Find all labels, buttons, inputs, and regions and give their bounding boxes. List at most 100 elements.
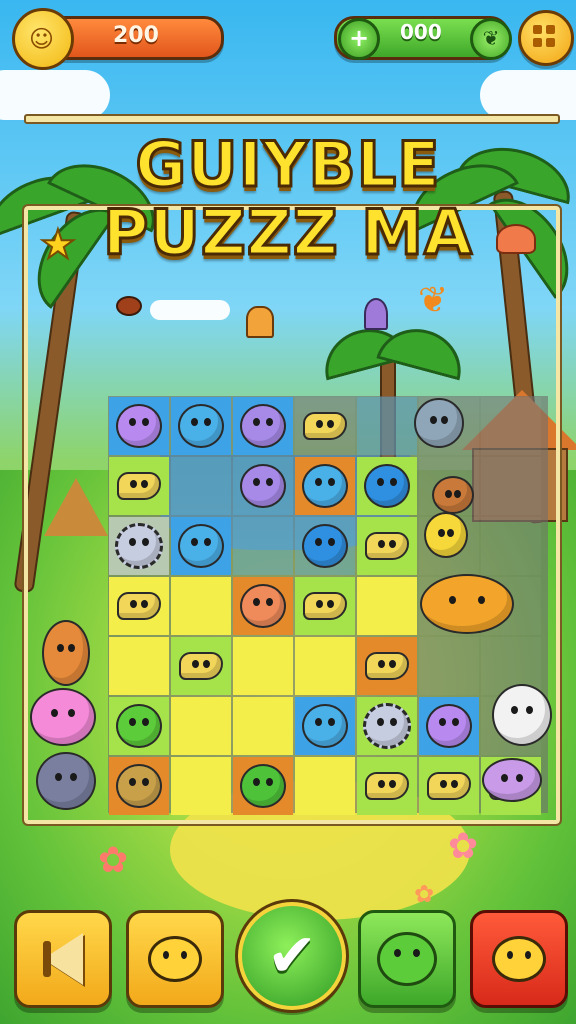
grid-tile[interactable] (481, 517, 541, 575)
cloud (0, 70, 110, 120)
menu-button[interactable] (518, 10, 574, 66)
otter-creature (432, 476, 474, 514)
bear-face-icon (377, 932, 437, 986)
snake-creature (365, 652, 409, 680)
grid-tile[interactable] (233, 757, 293, 815)
cat-creature (178, 404, 224, 448)
grid-tile[interactable] (481, 397, 541, 455)
beetle-icon (116, 296, 142, 316)
grid-tile[interactable] (357, 517, 417, 575)
grid-tile[interactable] (357, 637, 417, 695)
grid-tile[interactable] (357, 397, 417, 455)
tiger-creature (420, 574, 514, 634)
grid-tile[interactable] (171, 577, 231, 635)
grid-tile[interactable] (295, 457, 355, 515)
seal-creature (42, 620, 90, 686)
snake-face-icon (148, 936, 202, 982)
duck-face-icon (492, 936, 546, 982)
snake-creature (365, 772, 409, 800)
pet-button[interactable] (358, 910, 456, 1008)
hint-button[interactable] (126, 910, 224, 1008)
back-button[interactable] (14, 910, 112, 1008)
ball-creature (302, 524, 348, 568)
grid-tile[interactable] (357, 697, 417, 755)
gem-value: 000 (400, 20, 442, 44)
squirrel-creature (240, 584, 286, 628)
grid-icon (546, 38, 555, 47)
game-title-line1: GUIYBLE (134, 127, 441, 203)
grid-tile[interactable] (233, 397, 293, 455)
grey-cat-creature-right (414, 398, 464, 448)
grid-tile[interactable] (233, 457, 293, 515)
grid-tile[interactable] (295, 637, 355, 695)
grid-tile[interactable] (295, 517, 355, 575)
tool-button[interactable] (470, 910, 568, 1008)
grid-tile[interactable] (419, 697, 479, 755)
star-icon: ★ (39, 221, 77, 269)
grid-tile[interactable] (171, 757, 231, 815)
grid-tile[interactable] (295, 577, 355, 635)
grid-tile[interactable] (233, 697, 293, 755)
grid-tile[interactable] (171, 697, 231, 755)
lizard-creature (482, 758, 542, 802)
grid-tile[interactable] (481, 457, 541, 515)
flower-creature (116, 704, 162, 748)
seahorse-creature (240, 404, 286, 448)
snake-creature (179, 652, 223, 680)
bug-creature (116, 764, 162, 808)
confirm-button[interactable]: ✔ (235, 899, 349, 1013)
grid-tile[interactable] (233, 577, 293, 635)
grid-tile[interactable] (233, 637, 293, 695)
snake-creature (117, 472, 161, 500)
grid-tile[interactable] (171, 517, 231, 575)
grid-tile[interactable] (171, 457, 231, 515)
white-cat-creature (492, 684, 552, 746)
grid-tile[interactable] (357, 457, 417, 515)
grid-icon (533, 25, 542, 34)
frog-creature (240, 764, 286, 808)
ball-creature (364, 464, 410, 508)
bird-creature (426, 704, 472, 748)
cat-creature (302, 704, 348, 748)
grid-tile[interactable] (357, 577, 417, 635)
grid-tile[interactable] (419, 637, 479, 695)
grid-tile[interactable] (109, 457, 169, 515)
snake-creature (365, 532, 409, 560)
grid-tile[interactable] (109, 637, 169, 695)
grid-tile[interactable] (357, 757, 417, 815)
grid-tile[interactable] (171, 397, 231, 455)
grid-tile[interactable] (233, 517, 293, 575)
flower-icon: ✿ (448, 826, 479, 867)
grid-tile[interactable] (109, 397, 169, 455)
snake-creature (427, 772, 471, 800)
game-title-line2: PUZZZ MA (102, 195, 474, 271)
add-gems-button[interactable]: + (338, 18, 380, 60)
grid-tile[interactable] (109, 517, 169, 575)
leaf-icon: ❦ (470, 18, 512, 60)
grid-tile[interactable] (109, 697, 169, 755)
spiky-creature (115, 523, 163, 569)
grid-tile[interactable] (295, 757, 355, 815)
banner-rail (24, 114, 560, 124)
yellow-snake-creature (424, 512, 468, 558)
shell-icon (496, 224, 536, 254)
cloud (480, 70, 576, 120)
grid-tile[interactable] (109, 577, 169, 635)
checkmark-icon: ✔ (266, 921, 318, 991)
grid-icon (533, 38, 542, 47)
pink-pig-creature (30, 688, 96, 746)
hanging-bell-icon (364, 298, 388, 330)
grid-tile[interactable] (109, 757, 169, 815)
grid-tile[interactable] (419, 757, 479, 815)
snake-creature (303, 412, 347, 440)
grid-icon (546, 25, 555, 34)
bell-icon (246, 306, 274, 338)
snake-creature (117, 592, 161, 620)
flower-icon: ✿ (414, 880, 435, 908)
grid-tile[interactable] (295, 397, 355, 455)
grid-tile[interactable] (171, 637, 231, 695)
snake-creature (303, 592, 347, 620)
grid-tile[interactable] (295, 697, 355, 755)
butterfly-icon: ❦ (418, 280, 449, 321)
coin-icon: ☺ (12, 8, 74, 70)
